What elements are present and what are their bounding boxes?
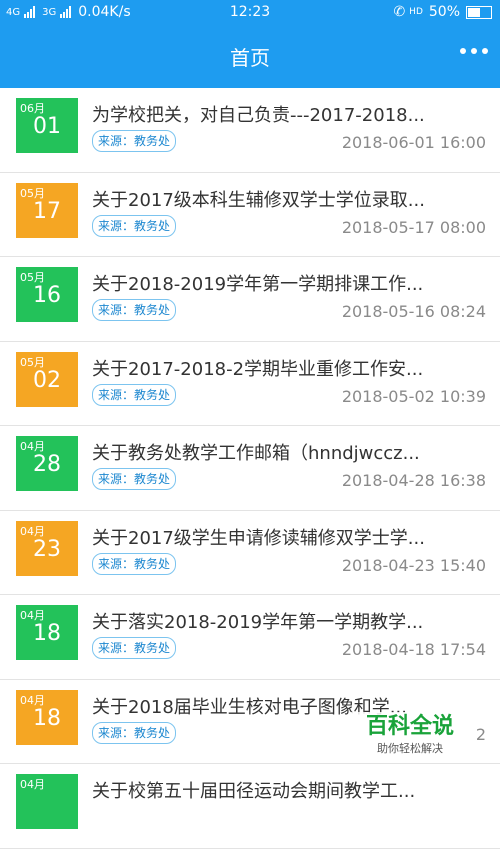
date-badge: 04月 [16,774,78,829]
date-day: 28 [33,452,61,477]
date-badge: 04月 28 [16,436,78,491]
item-timestamp: 2018-04-28 16:38 [341,471,486,490]
date-badge: 05月 02 [16,351,78,407]
list-item[interactable]: 05月 02 关于2017-2018-2学期毕业重修工作安... 来源：教务处 2018… [0,341,500,426]
date-day: 23 [33,536,61,562]
item-timestamp: 2018-05-02 10:39 [341,386,486,406]
date-day: 02 [33,367,61,393]
date-badge: 04月 18 [16,605,78,660]
page-title: 首页 [230,46,270,70]
date-badge: 04月 18 [16,689,78,745]
battery-percent: 50% [428,4,460,20]
item-title[interactable]: 为学校把关，对自己负责---2017-2018... [92,101,488,125]
item-title[interactable]: 关于2018-2019学年第一学期排课工作... [92,270,488,294]
item-timestamp: 2018-05-17 08:00 [341,217,486,237]
source-tag: 来源：教务处 [92,552,177,575]
date-day: 18 [33,705,61,731]
source-tag: 来源：教务处 [92,721,177,744]
item-title[interactable]: 关于2017-2018-2学期毕业重修工作安... [92,355,488,379]
list-item[interactable]: 04月 关于校第五十届田径运动会期间教学工... [0,764,500,849]
item-timestamp: 2018-05-16 08:24 [341,302,486,321]
list-item[interactable]: 06月 01 为学校把关，对自己负责---2017-2018... 来源：教务处 201… [0,88,500,173]
item-title[interactable]: 关于落实2018-2019学年第一学期教学... [92,608,488,632]
source-tag: 来源：教务处 [92,383,177,406]
date-badge: 05月 17 [16,182,78,238]
status-right: ✆ HD 50% [393,4,492,20]
source-tag: 来源：教务处 [92,637,177,659]
item-timestamp: 2018-04-23 15:40 [341,555,486,575]
watermark-logo: 百科全说 助你轻松解决 [350,712,470,762]
source-tag: 来源：教务处 [92,299,177,321]
watermark-subtitle: 助你轻松解决 [377,742,443,755]
item-timestamp: 2018-04-18 17:54 [341,640,486,659]
item-title[interactable]: 关于2017级学生申请修读辅修双学士学... [92,524,488,548]
list-item[interactable]: 04月 28 关于教务处教学工作邮箱（hnndjwccz... 来源：教务处 2018-… [0,426,500,511]
status-bar: 4G 3G 0.04K/s 12:23 ✆ HD 50% [0,0,500,26]
item-title[interactable]: 关于教务处教学工作邮箱（hnndjwccz... [92,439,488,463]
hd-label: HD [409,7,423,17]
source-tag: 来源：教务处 [92,468,177,490]
date-badge: 04月 23 [16,520,78,576]
phone-icon: ✆ [393,4,406,20]
date-day: 01 [33,114,61,139]
item-title[interactable]: 关于校第五十届田径运动会期间教学工... [92,777,488,801]
source-tag: 来源：教务处 [92,214,177,237]
date-badge: 06月 01 [16,98,78,153]
more-menu-icon[interactable] [460,48,488,54]
date-day: 18 [33,621,61,646]
list-item[interactable]: 05月 16 关于2018-2019学年第一学期排课工作... 来源：教务处 2018-… [0,257,500,342]
top-nav: 首页 [0,26,500,88]
list-item[interactable]: 04月 23 关于2017级学生申请修读辅修双学士学... 来源：教务处 2018-04… [0,510,500,595]
watermark-title: 百科全说 [365,714,454,739]
date-day: 16 [33,283,61,308]
date-day: 17 [33,198,61,224]
list-item[interactable]: 04月 18 关于落实2018-2019学年第一学期教学... 来源：教务处 2018-… [0,595,500,680]
item-timestamp: 2018-06-01 16:00 [341,133,486,152]
item-title[interactable]: 关于2017级本科生辅修双学士学位录取... [92,186,488,210]
item-timestamp: 2 [475,724,486,744]
list-item[interactable]: 05月 17 关于2017级本科生辅修双学士学位录取... 来源：教务处 2018-05… [0,172,500,257]
battery-icon [466,5,492,19]
date-badge: 05月 16 [16,267,78,322]
source-tag: 来源：教务处 [92,130,177,152]
